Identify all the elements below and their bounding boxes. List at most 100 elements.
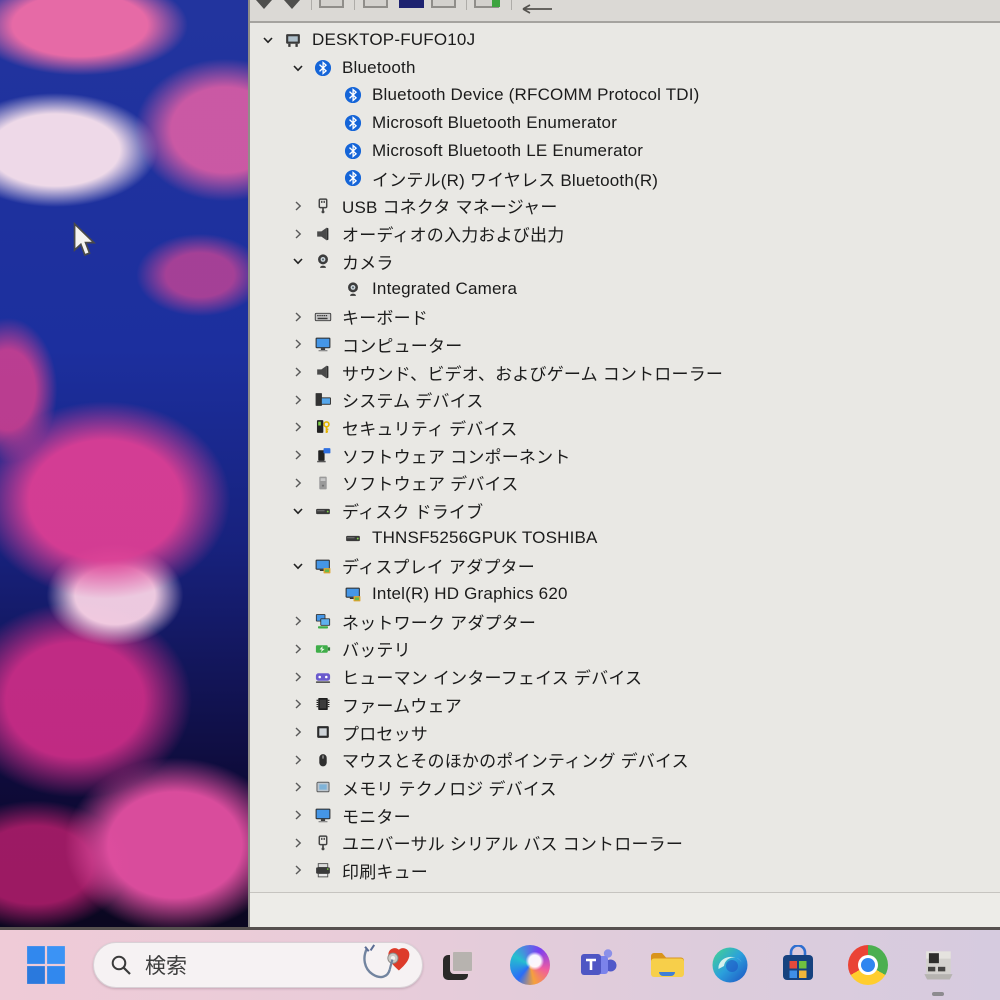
start-button[interactable] <box>26 945 66 985</box>
tree-item[interactable]: ディスク ドライブ <box>250 497 1000 525</box>
toolbar-partial-square-1-icon[interactable] <box>319 0 344 8</box>
chevron-right-icon[interactable] <box>290 198 306 214</box>
toolbar-partial-square-green-icon[interactable] <box>474 0 500 8</box>
bluetooth-icon <box>344 114 362 132</box>
tree-item[interactable]: Bluetooth Device (RFCOMM Protocol TDI) <box>250 81 1000 109</box>
tree-item[interactable]: キーボード <box>250 303 1000 331</box>
tree-item-label: 印刷キュー <box>342 862 428 882</box>
toolbar-partial-square-navy-icon[interactable] <box>399 0 424 8</box>
bluetooth-icon <box>314 59 332 77</box>
tree-item[interactable]: ソフトウェア デバイス <box>250 469 1000 497</box>
chevron-down-icon[interactable] <box>290 558 306 574</box>
chevron-right-icon[interactable] <box>290 835 306 851</box>
tree-item[interactable]: Integrated Camera <box>250 275 1000 303</box>
software-device-icon <box>314 474 332 492</box>
taskbar-microsoft-store-button[interactable] <box>778 945 818 985</box>
chevron-right-icon[interactable] <box>290 752 306 768</box>
toolbar-separator <box>311 0 312 10</box>
taskbar-device-manager-button[interactable] <box>918 945 958 996</box>
software-component-icon <box>314 446 332 464</box>
tree-item[interactable]: ユニバーサル シリアル バス コントローラー <box>250 829 1000 857</box>
tree-item[interactable]: ヒューマン インターフェイス デバイス <box>250 663 1000 691</box>
monitor-icon <box>314 335 332 353</box>
toolbar-back-arrow-icon[interactable] <box>521 1 555 19</box>
chevron-right-icon[interactable] <box>290 226 306 242</box>
taskbar-copilot-button[interactable] <box>510 945 550 985</box>
toolbar-partial-square-2-icon[interactable] <box>363 0 388 8</box>
chevron-right-icon[interactable] <box>290 807 306 823</box>
tree-item-label: バッテリ <box>342 641 411 661</box>
camera-icon <box>344 280 362 298</box>
toolbar-partial-arrow-1-icon[interactable] <box>256 0 272 9</box>
chevron-right-icon[interactable] <box>290 419 306 435</box>
firmware-icon <box>314 695 332 713</box>
window-toolbar <box>250 0 1000 23</box>
chevron-right-icon[interactable] <box>290 364 306 380</box>
chevron-right-icon[interactable] <box>290 641 306 657</box>
taskbar-chrome-button[interactable] <box>848 945 888 985</box>
tree-item[interactable]: サウンド、ビデオ、およびゲーム コントローラー <box>250 358 1000 386</box>
tree-item[interactable]: カメラ <box>250 248 1000 276</box>
chevron-right-icon[interactable] <box>290 724 306 740</box>
taskbar-edge-button[interactable] <box>710 945 750 985</box>
tree-item[interactable]: USB コネクタ マネージャー <box>250 192 1000 220</box>
tree-item-label: インテル(R) ワイヤレス Bluetooth(R) <box>372 170 659 190</box>
tree-item[interactable]: ネットワーク アダプター <box>250 607 1000 635</box>
audio-icon <box>314 363 332 381</box>
tree-item[interactable]: セキュリティ デバイス <box>250 414 1000 442</box>
tree-item-label: Microsoft Bluetooth LE Enumerator <box>372 140 644 160</box>
chevron-right-icon[interactable] <box>290 862 306 878</box>
toolbar-partial-square-3-icon[interactable] <box>431 0 456 8</box>
chevron-right-icon[interactable] <box>290 669 306 685</box>
tree-item[interactable]: Bluetooth <box>250 54 1000 82</box>
task-view-button[interactable] <box>440 946 478 984</box>
tree-item[interactable]: マウスとそのほかのポインティング デバイス <box>250 746 1000 774</box>
chevron-right-icon[interactable] <box>290 779 306 795</box>
chevron-right-icon[interactable] <box>290 447 306 463</box>
tree-item[interactable]: Microsoft Bluetooth LE Enumerator <box>250 137 1000 165</box>
taskbar-file-explorer-button[interactable] <box>647 945 687 985</box>
chevron-right-icon[interactable] <box>290 475 306 491</box>
audio-icon <box>314 225 332 243</box>
search-input[interactable]: 検索 <box>93 942 423 988</box>
search-placeholder: 検索 <box>145 955 187 978</box>
tree-item[interactable]: インテル(R) ワイヤレス Bluetooth(R) <box>250 164 1000 192</box>
chevron-down-icon[interactable] <box>290 503 306 519</box>
chevron-down-icon[interactable] <box>290 253 306 269</box>
display-adapter-icon <box>344 585 362 603</box>
tree-item[interactable]: システム デバイス <box>250 386 1000 414</box>
tree-item[interactable]: バッテリ <box>250 635 1000 663</box>
tree-item[interactable]: ファームウェア <box>250 691 1000 719</box>
tree-item[interactable]: プロセッサ <box>250 718 1000 746</box>
chevron-down-icon[interactable] <box>260 32 276 48</box>
tree-item[interactable]: 印刷キュー <box>250 857 1000 885</box>
tree-item-label: DESKTOP-FUFO10J <box>312 29 476 49</box>
chevron-right-icon[interactable] <box>290 613 306 629</box>
tree-item[interactable]: メモリ テクノロジ デバイス <box>250 774 1000 802</box>
chevron-right-icon[interactable] <box>290 392 306 408</box>
tree-item[interactable]: コンピューター <box>250 331 1000 359</box>
chevron-right-icon[interactable] <box>290 696 306 712</box>
chevron-right-icon[interactable] <box>290 336 306 352</box>
tree-item[interactable]: オーディオの入力および出力 <box>250 220 1000 248</box>
taskbar-teams-button[interactable] <box>578 945 618 985</box>
processor-icon <box>314 723 332 741</box>
mouse-cursor-icon <box>72 221 98 258</box>
tree-item[interactable]: THNSF5256GPUK TOSHIBA <box>250 524 1000 552</box>
toolbar-partial-arrow-2-icon[interactable] <box>284 0 300 9</box>
tree-item[interactable]: Intel(R) HD Graphics 620 <box>250 580 1000 608</box>
tree-item[interactable]: ディスプレイ アダプター <box>250 552 1000 580</box>
device-tree: DESKTOP-FUFO10J Bluetooth Bluetooth Devi… <box>250 21 1000 893</box>
tree-item-label: Microsoft Bluetooth Enumerator <box>372 112 618 132</box>
task-view-back-square-icon <box>450 949 475 974</box>
tree-item[interactable]: モニター <box>250 801 1000 829</box>
tree-item-label: Integrated Camera <box>372 279 518 299</box>
toolbar-separator <box>354 0 355 10</box>
chevron-right-icon[interactable] <box>290 309 306 325</box>
toolbar-separator <box>511 0 512 10</box>
disk-icon <box>344 529 362 547</box>
tree-item[interactable]: DESKTOP-FUFO10J <box>250 26 1000 54</box>
chevron-down-icon[interactable] <box>290 60 306 76</box>
tree-item[interactable]: Microsoft Bluetooth Enumerator <box>250 109 1000 137</box>
tree-item[interactable]: ソフトウェア コンポーネント <box>250 441 1000 469</box>
